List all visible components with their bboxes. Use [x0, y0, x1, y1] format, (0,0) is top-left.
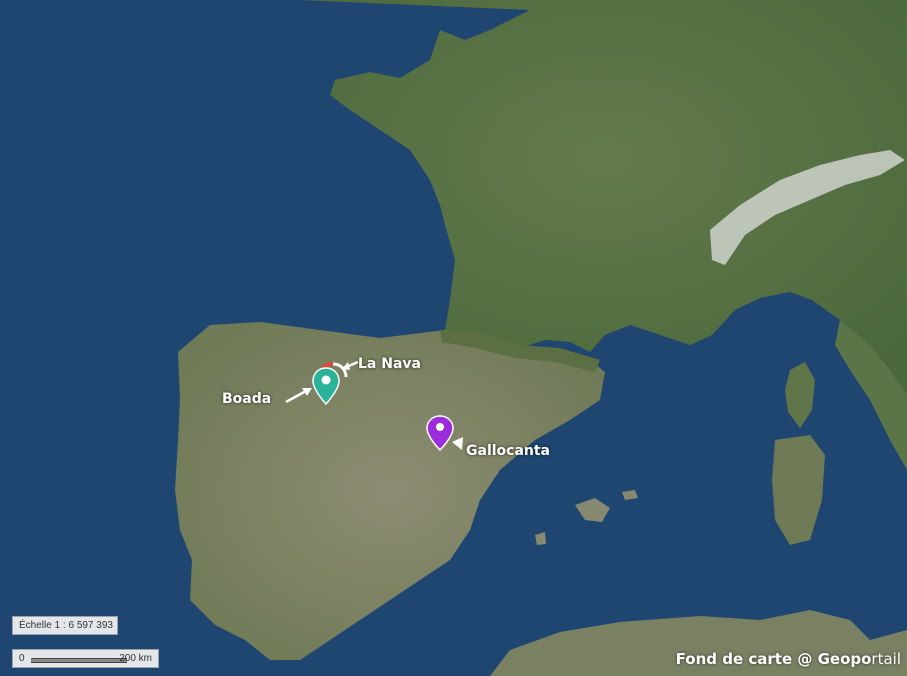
marker-boada[interactable]: [311, 366, 341, 406]
scale-bar-end: 200 km: [119, 653, 152, 664]
scale-ratio: Échelle 1 : 6 597 393: [12, 616, 118, 635]
arrow-gallocanta: [452, 437, 463, 450]
credit-light: rtail: [871, 650, 901, 668]
scale-ratio-text: Échelle 1 : 6 597 393: [19, 620, 113, 631]
arrow-la-nava: [342, 360, 359, 370]
label-gallocanta: Gallocanta: [466, 443, 551, 459]
map-credit: Fond de carte @ Geoportail: [676, 650, 901, 668]
scale-bar: 0 200 km: [12, 649, 159, 668]
map-pin-icon: [312, 367, 340, 406]
scale-bar-line: [31, 658, 127, 663]
satellite-map[interactable]: La Nava Boada Gallocanta Échelle 1 : 6 5…: [0, 0, 907, 676]
label-la-nava: La Nava: [358, 356, 421, 372]
arrow-boada: [285, 388, 312, 404]
label-boada: Boada: [222, 391, 272, 407]
scale-bar-start: 0: [19, 653, 25, 664]
credit-bold: Fond de carte @ Geopo: [675, 650, 872, 668]
map-base: [0, 0, 907, 676]
